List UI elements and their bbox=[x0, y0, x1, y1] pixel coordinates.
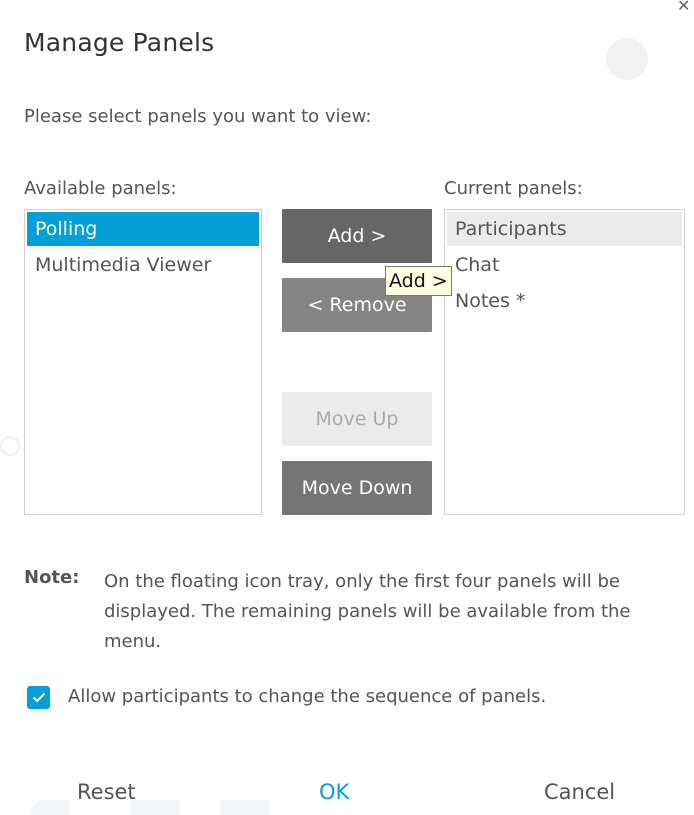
list-item-participants[interactable]: Participants bbox=[447, 212, 682, 246]
add-button-tooltip: Add > bbox=[385, 266, 452, 296]
available-panels-label: Available panels: bbox=[24, 178, 177, 199]
move-down-button[interactable]: Move Down bbox=[282, 461, 432, 515]
dialog-title: Manage Panels bbox=[24, 28, 215, 57]
selection-prompt: Please select panels you want to view: bbox=[24, 106, 372, 127]
available-panels-list[interactable]: Polling Multimedia Viewer bbox=[24, 209, 262, 515]
checkmark-icon bbox=[32, 692, 45, 703]
list-item-multimedia-viewer[interactable]: Multimedia Viewer bbox=[27, 248, 259, 282]
current-panels-list[interactable]: Participants Chat Notes * bbox=[444, 209, 685, 515]
list-item-polling[interactable]: Polling bbox=[27, 212, 259, 246]
current-panels-label: Current panels: bbox=[444, 178, 583, 199]
cancel-button[interactable]: Cancel bbox=[544, 780, 615, 804]
list-item-notes[interactable]: Notes * bbox=[447, 284, 682, 318]
background-avatar-icon bbox=[606, 38, 648, 80]
background-circle-icon bbox=[0, 436, 20, 456]
add-button[interactable]: Add > bbox=[282, 209, 432, 263]
move-up-button[interactable]: Move Up bbox=[282, 392, 432, 446]
list-item-chat[interactable]: Chat bbox=[447, 248, 682, 282]
allow-sequence-checkbox[interactable] bbox=[27, 686, 50, 709]
note-text: On the floating icon tray, only the firs… bbox=[104, 571, 631, 652]
close-icon[interactable]: ✕ bbox=[677, 0, 690, 15]
ok-button[interactable]: OK bbox=[319, 780, 349, 804]
reset-button[interactable]: Reset bbox=[77, 780, 136, 804]
note-label: Note: bbox=[24, 567, 80, 588]
allow-sequence-label[interactable]: Allow participants to change the sequenc… bbox=[68, 686, 546, 707]
background-footer-shapes bbox=[30, 800, 300, 815]
